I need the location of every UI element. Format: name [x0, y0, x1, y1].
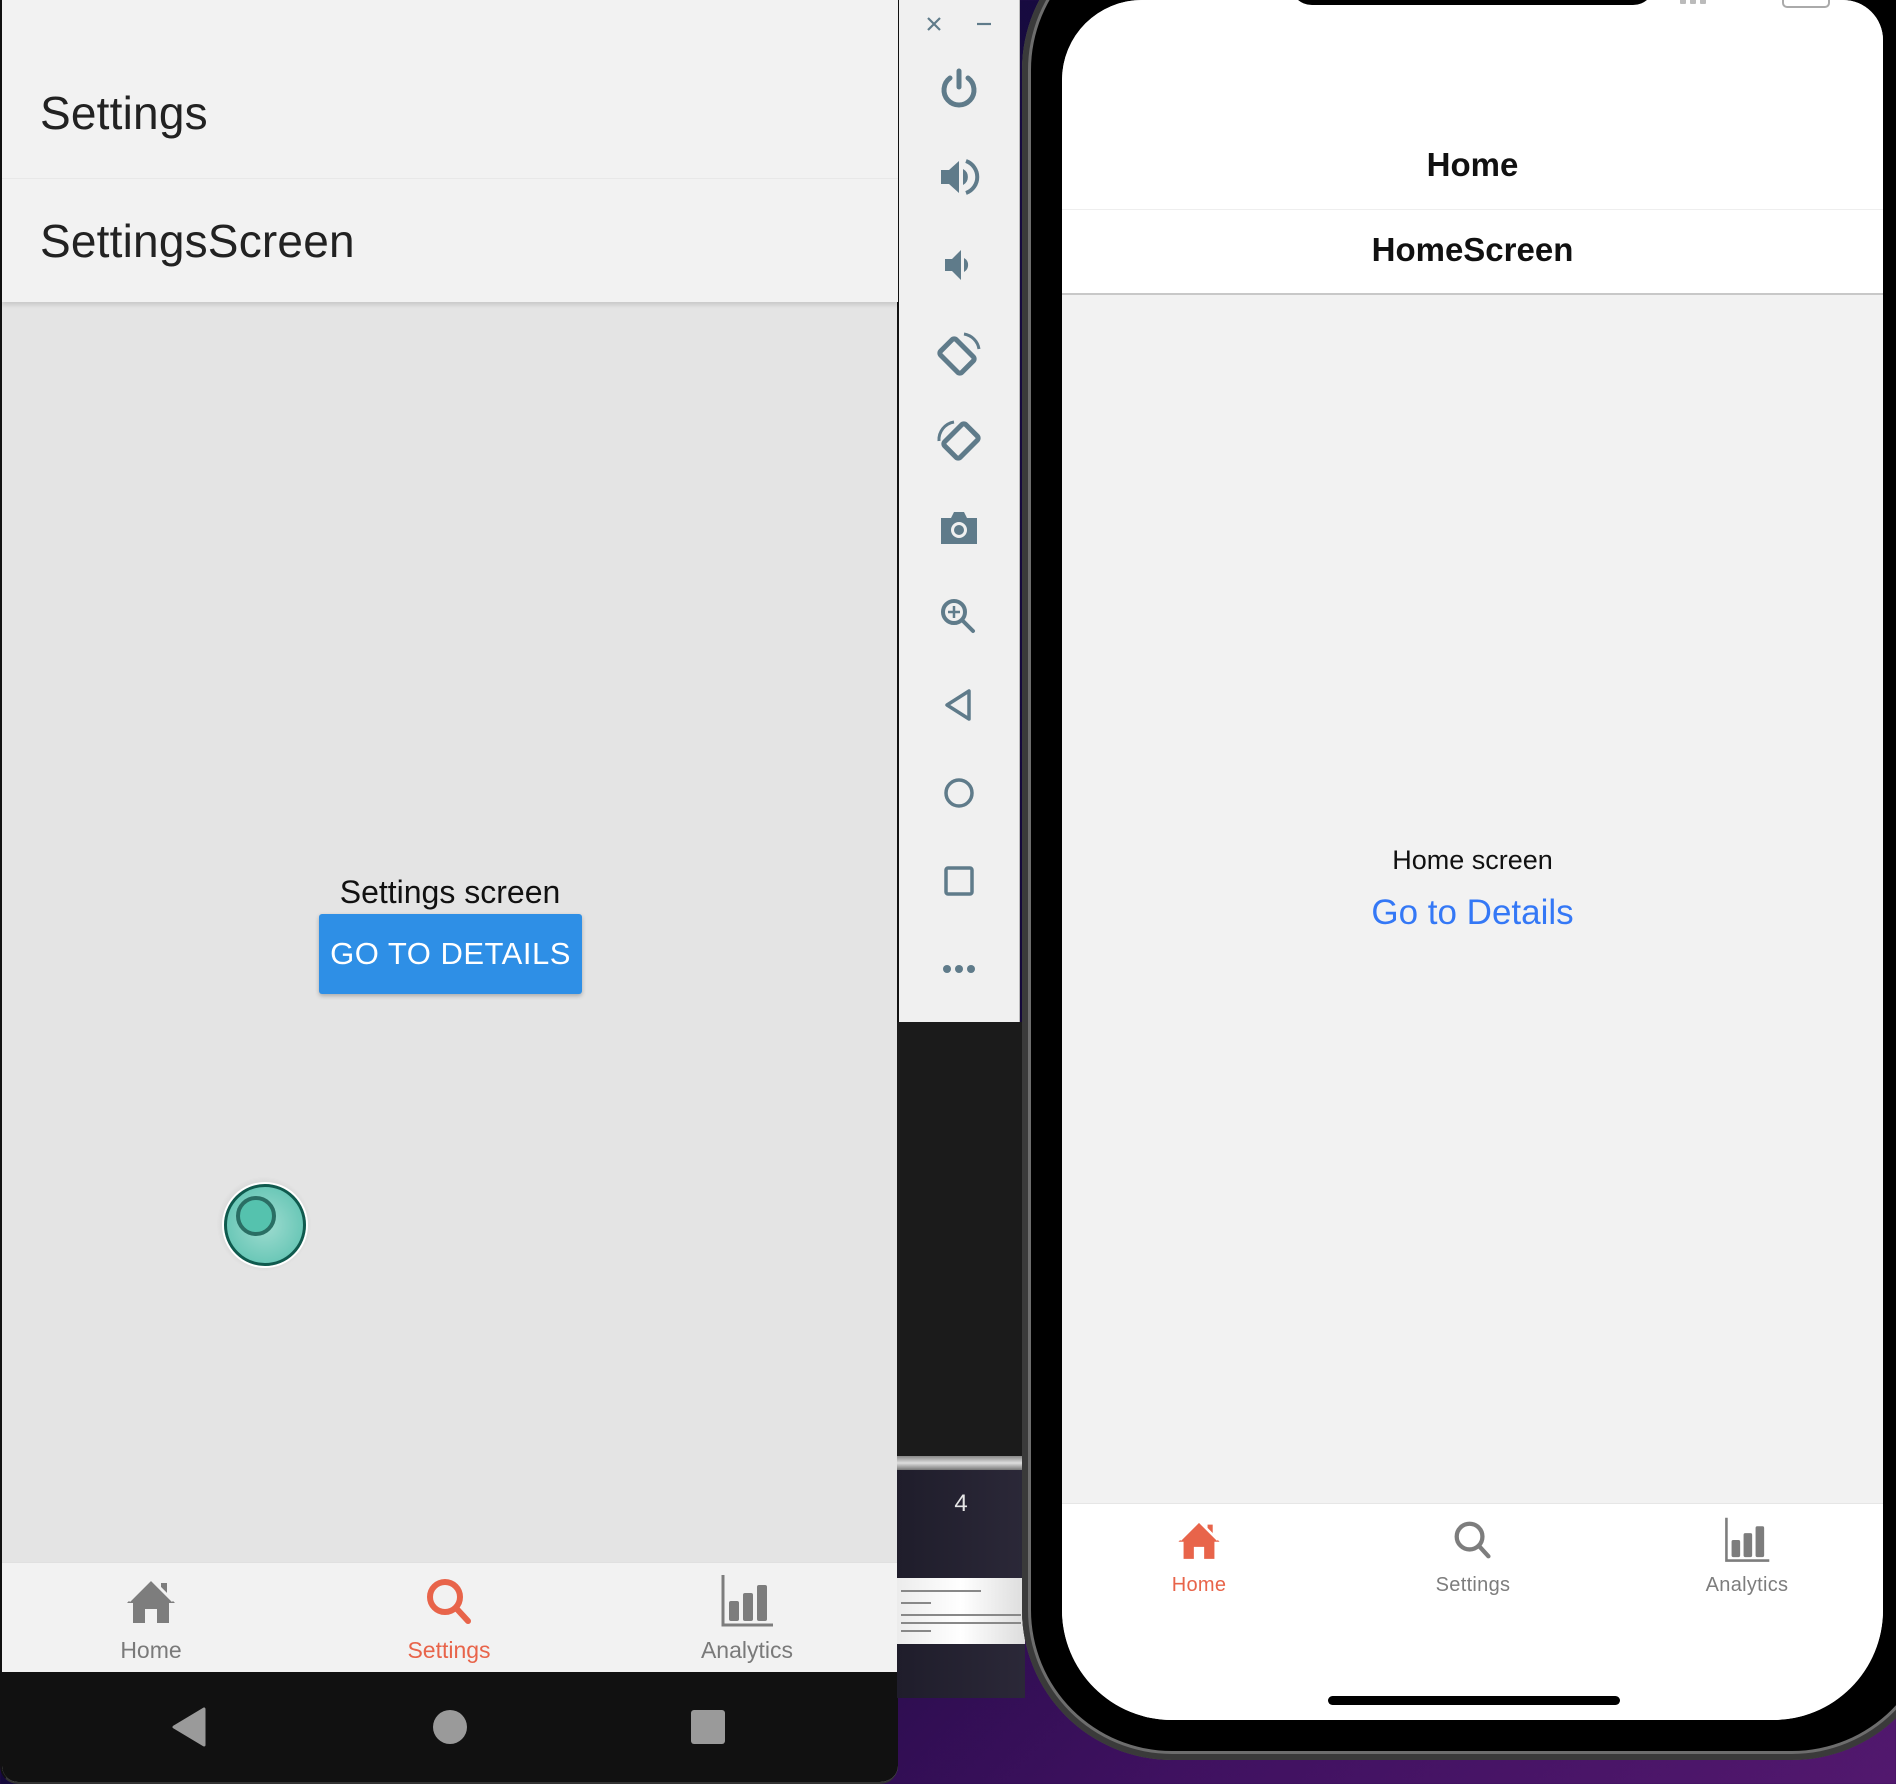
page-number: 4 [954, 1490, 968, 1517]
text-line [901, 1602, 931, 1604]
minimize-icon [977, 22, 991, 26]
zoom-button[interactable] [899, 581, 1019, 653]
more-button[interactable] [899, 933, 1019, 1005]
close-button[interactable] [909, 4, 959, 44]
ios-tab-analytics-label: Analytics [1705, 1574, 1789, 1596]
home-circle-icon [433, 1710, 467, 1744]
android-bottom-tab-bar: Home Settings Analytics [2, 1562, 898, 1673]
touch-indicator [216, 1176, 312, 1272]
android-tab-analytics-label: Analytics [700, 1637, 794, 1663]
screenshot-button[interactable] [899, 492, 1019, 564]
home-icon [1062, 1516, 1336, 1570]
android-content-area: Settings screen GO TO DETAILS [2, 302, 898, 1560]
volume-up-icon [941, 159, 980, 195]
home-circle-icon [944, 778, 974, 808]
text-line [901, 1622, 1021, 1624]
back-icon [172, 1707, 206, 1747]
camera-icon [941, 512, 977, 544]
ios-bottom-tab-bar: Home Settings Analytics [1062, 1503, 1883, 1720]
ios-tab-settings[interactable]: Settings [1336, 1504, 1610, 1614]
ios-screen-title: HomeScreen [1371, 231, 1574, 268]
emulator-toolbar [897, 0, 1020, 1022]
close-icon [927, 17, 941, 31]
android-tab-home[interactable]: Home [2, 1563, 300, 1673]
volume-down-icon [945, 250, 969, 280]
ios-header-title: Home [1426, 146, 1519, 183]
rotate-left-button[interactable] [899, 318, 1019, 390]
home-icon [2, 1573, 300, 1633]
power-icon [941, 68, 977, 108]
document-thumbnail [897, 1578, 1025, 1644]
rotate-right-button[interactable] [899, 405, 1019, 477]
nav-back-button[interactable] [130, 1672, 250, 1782]
overview-button[interactable] [899, 845, 1019, 917]
home-indicator[interactable] [1328, 1696, 1620, 1705]
ios-simulator-screen: Home HomeScreen Home screen Go to Detail… [1062, 0, 1883, 1720]
search-icon [1336, 1516, 1610, 1570]
android-system-navbar [2, 1672, 898, 1782]
bar-chart-icon [1610, 1516, 1883, 1570]
android-screen-title: SettingsScreen [40, 215, 355, 267]
header-divider [1062, 209, 1883, 210]
android-tab-home-label: Home [120, 1637, 182, 1663]
back-triangle-icon [945, 689, 971, 721]
battery-icon [1782, 0, 1830, 8]
touch-indicator-inner-dot [236, 1196, 276, 1236]
android-tab-settings-label: Settings [407, 1637, 491, 1663]
signal-icon [1680, 0, 1720, 4]
android-emulator-screen: Settings SettingsScreen Settings screen … [0, 0, 898, 1784]
android-tab-settings[interactable]: Settings [300, 1563, 598, 1673]
ios-app-header: Home HomeScreen [1062, 0, 1883, 295]
volume-down-button[interactable] [899, 229, 1019, 301]
search-icon [300, 1573, 598, 1633]
power-button[interactable] [899, 53, 1019, 125]
home-screen-label: Home screen [1392, 845, 1553, 875]
background-window-band [897, 1456, 1025, 1470]
go-to-details-button[interactable]: GO TO DETAILS [319, 914, 582, 994]
overview-square-icon [944, 866, 974, 896]
header-divider [2, 178, 898, 179]
bar-chart-icon [598, 1573, 896, 1633]
ios-tab-analytics[interactable]: Analytics [1610, 1504, 1883, 1614]
back-button[interactable] [899, 669, 1019, 741]
android-tab-analytics[interactable]: Analytics [598, 1563, 896, 1673]
android-app-header: Settings SettingsScreen [2, 0, 898, 302]
minimize-button[interactable] [959, 4, 1009, 44]
rotate-left-icon [937, 332, 981, 376]
nav-recents-button[interactable] [648, 1672, 768, 1782]
text-line [901, 1614, 1021, 1616]
text-line [901, 1630, 931, 1632]
more-dots-icon [943, 965, 975, 973]
nav-home-button[interactable] [390, 1672, 510, 1782]
text-line [901, 1590, 981, 1592]
volume-up-button[interactable] [899, 141, 1019, 213]
zoom-in-icon [941, 599, 975, 633]
iphone-notch [1290, 0, 1655, 5]
go-to-details-link[interactable]: Go to Details [1062, 893, 1883, 933]
ios-tab-home-label: Home [1171, 1574, 1227, 1596]
settings-screen-label: Settings screen [339, 874, 561, 910]
rotate-right-icon [937, 420, 981, 461]
ios-tab-settings-label: Settings [1435, 1574, 1511, 1596]
android-header-title: Settings [40, 87, 208, 139]
ios-tab-home[interactable]: Home [1062, 1504, 1336, 1614]
home-button[interactable] [899, 757, 1019, 829]
recents-square-icon [691, 1710, 725, 1744]
